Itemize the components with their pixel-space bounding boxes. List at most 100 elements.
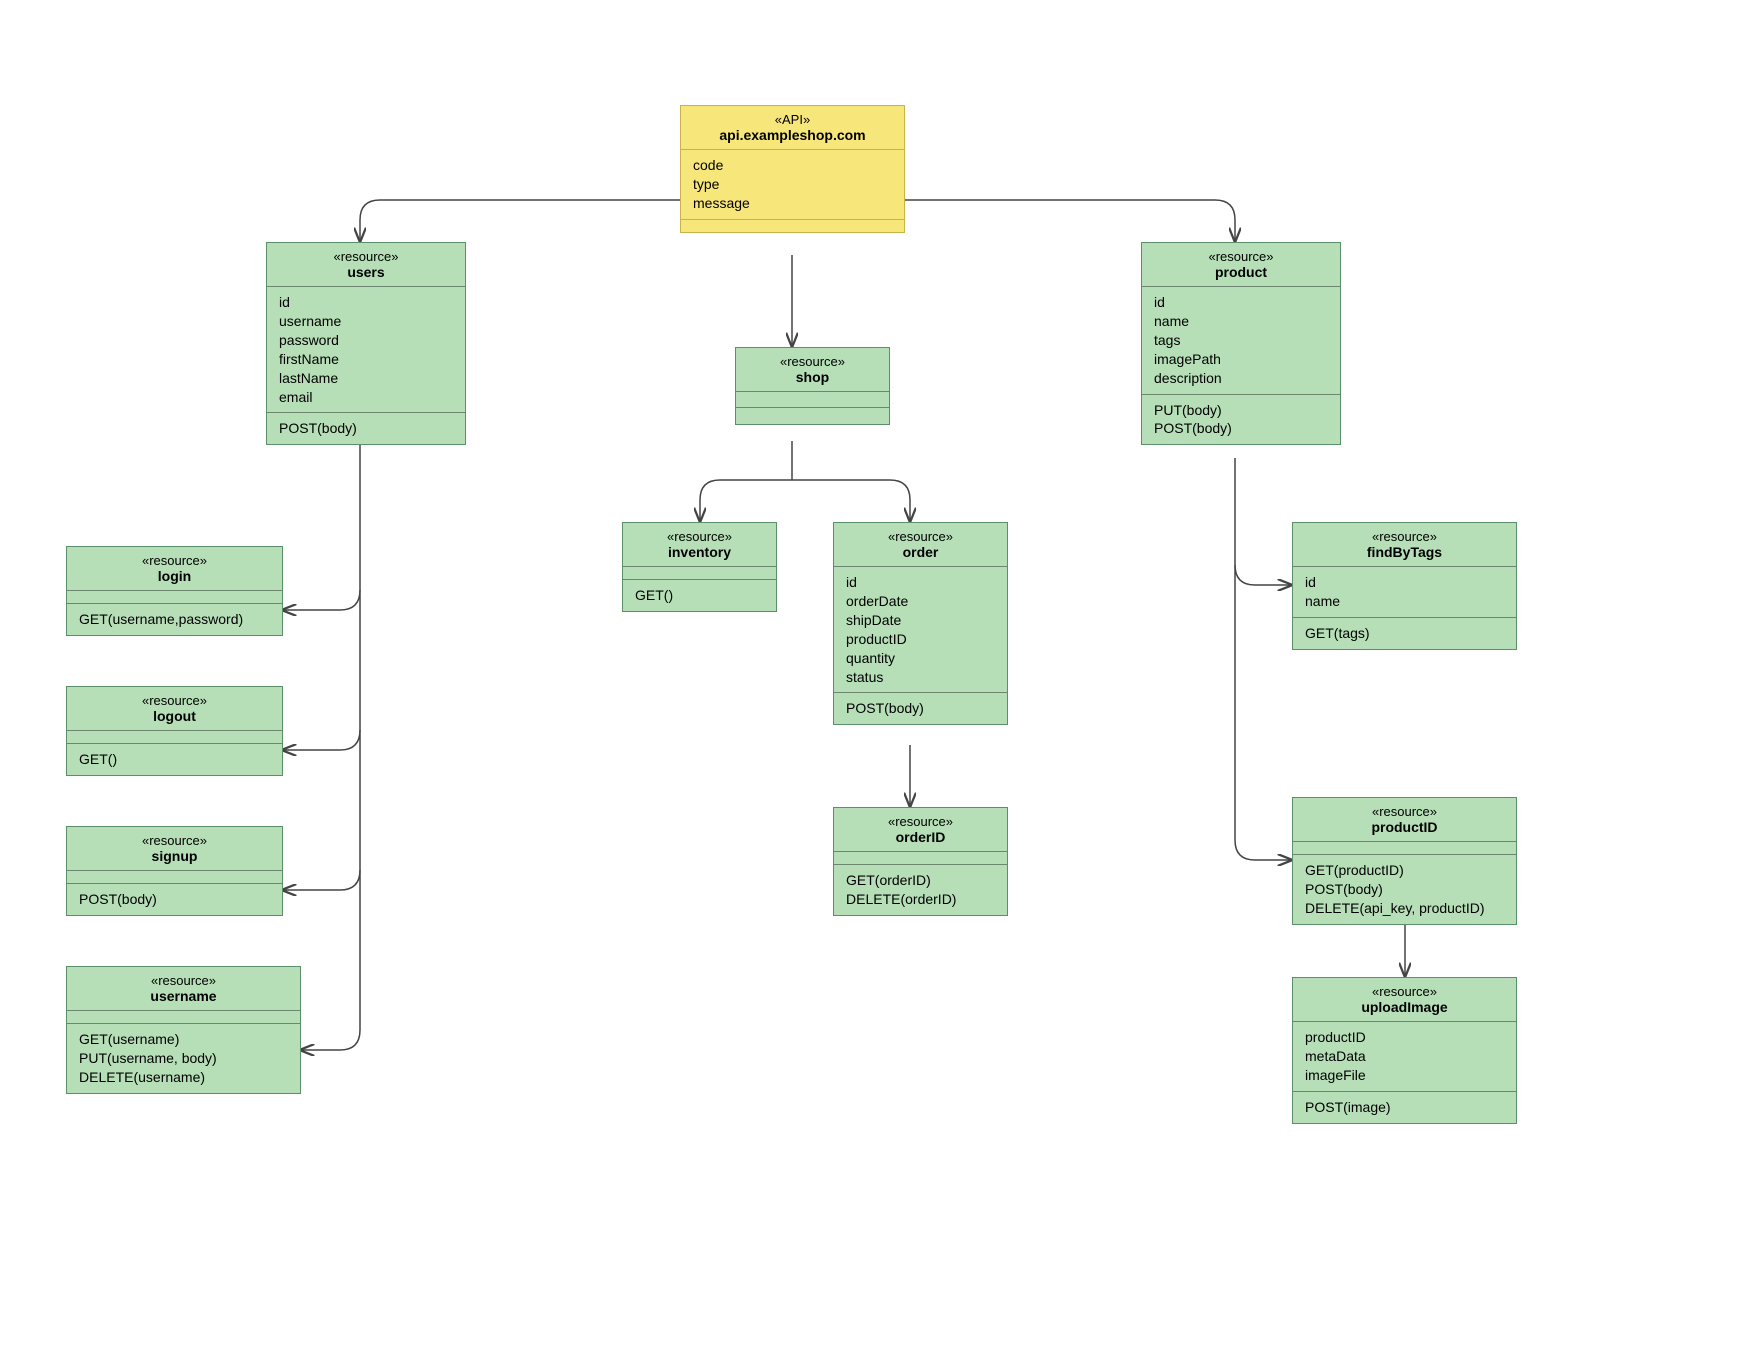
op: DELETE(api_key, productID) — [1305, 899, 1504, 918]
attr: id — [846, 573, 995, 592]
op: POST(body) — [1305, 880, 1504, 899]
attr: imageFile — [1305, 1066, 1504, 1085]
logout-box: «resource» logout GET() — [66, 686, 283, 776]
uploadimage-ops: POST(image) — [1293, 1092, 1516, 1123]
diagram-canvas: «API» api.exampleshop.com code type mess… — [0, 0, 1760, 1360]
box-name: shop — [746, 369, 879, 385]
attr: description — [1154, 369, 1328, 388]
logout-attrs — [67, 731, 282, 744]
findbytags-attrs: id name — [1293, 567, 1516, 618]
signup-ops: POST(body) — [67, 884, 282, 915]
attr: productID — [846, 630, 995, 649]
users-ops: POST(body) — [267, 413, 465, 444]
uploadimage-header: «resource» uploadImage — [1293, 978, 1516, 1022]
api-ops — [681, 220, 904, 232]
op: POST(body) — [1154, 419, 1328, 438]
uploadimage-attrs: productID metaData imageFile — [1293, 1022, 1516, 1092]
username-header: «resource» username — [67, 967, 300, 1011]
resource-tag: «resource» — [633, 529, 766, 544]
inventory-box: «resource» inventory GET() — [622, 522, 777, 612]
findbytags-header: «resource» findByTags — [1293, 523, 1516, 567]
op: GET(username) — [79, 1030, 288, 1049]
username-ops: GET(username) PUT(username, body) DELETE… — [67, 1024, 300, 1093]
orderid-box: «resource» orderID GET(orderID) DELETE(o… — [833, 807, 1008, 916]
signup-header: «resource» signup — [67, 827, 282, 871]
attr: quantity — [846, 649, 995, 668]
orderid-ops: GET(orderID) DELETE(orderID) — [834, 865, 1007, 915]
op: GET() — [79, 750, 270, 769]
resource-tag: «resource» — [1303, 984, 1506, 999]
order-box: «resource» order id orderDate shipDate p… — [833, 522, 1008, 725]
order-header: «resource» order — [834, 523, 1007, 567]
findbytags-ops: GET(tags) — [1293, 618, 1516, 649]
attr: imagePath — [1154, 350, 1328, 369]
login-ops: GET(username,password) — [67, 604, 282, 635]
op: DELETE(username) — [79, 1068, 288, 1087]
attr: id — [1305, 573, 1504, 592]
product-ops: PUT(body) POST(body) — [1142, 395, 1340, 445]
box-name: username — [77, 988, 290, 1004]
attr: username — [279, 312, 453, 331]
resource-tag: «resource» — [77, 553, 272, 568]
box-name: inventory — [633, 544, 766, 560]
findbytags-box: «resource» findByTags id name GET(tags) — [1292, 522, 1517, 650]
attr: message — [693, 194, 892, 213]
attr: type — [693, 175, 892, 194]
op: PUT(body) — [1154, 401, 1328, 420]
signup-attrs — [67, 871, 282, 884]
inventory-ops: GET() — [623, 580, 776, 611]
users-box: «resource» users id username password fi… — [266, 242, 466, 445]
box-name: product — [1152, 264, 1330, 280]
op: GET(orderID) — [846, 871, 995, 890]
op: GET() — [635, 586, 764, 605]
op: POST(body) — [79, 890, 270, 909]
op: POST(image) — [1305, 1098, 1504, 1117]
attr: shipDate — [846, 611, 995, 630]
order-attrs: id orderDate shipDate productID quantity… — [834, 567, 1007, 693]
login-box: «resource» login GET(username,password) — [66, 546, 283, 636]
users-header: «resource» users — [267, 243, 465, 287]
inventory-attrs — [623, 567, 776, 580]
orderid-header: «resource» orderID — [834, 808, 1007, 852]
login-attrs — [67, 591, 282, 604]
product-box: «resource» product id name tags imagePat… — [1141, 242, 1341, 445]
api-box: «API» api.exampleshop.com code type mess… — [680, 105, 905, 233]
attr: name — [1305, 592, 1504, 611]
attr: metaData — [1305, 1047, 1504, 1066]
op: PUT(username, body) — [79, 1049, 288, 1068]
box-name: signup — [77, 848, 272, 864]
users-attrs: id username password firstName lastName … — [267, 287, 465, 413]
resource-tag: «resource» — [1303, 804, 1506, 819]
attr: password — [279, 331, 453, 350]
attr: productID — [1305, 1028, 1504, 1047]
resource-tag: «resource» — [77, 693, 272, 708]
api-tag: «API» — [691, 112, 894, 127]
resource-tag: «resource» — [844, 529, 997, 544]
attr: status — [846, 668, 995, 687]
attr: email — [279, 388, 453, 407]
username-attrs — [67, 1011, 300, 1024]
product-header: «resource» product — [1142, 243, 1340, 287]
productid-header: «resource» productID — [1293, 798, 1516, 842]
resource-tag: «resource» — [77, 973, 290, 988]
box-name: users — [277, 264, 455, 280]
box-name: productID — [1303, 819, 1506, 835]
resource-tag: «resource» — [746, 354, 879, 369]
op: GET(tags) — [1305, 624, 1504, 643]
op: DELETE(orderID) — [846, 890, 995, 909]
attr: lastName — [279, 369, 453, 388]
box-name: findByTags — [1303, 544, 1506, 560]
resource-tag: «resource» — [277, 249, 455, 264]
box-name: login — [77, 568, 272, 584]
productid-attrs — [1293, 842, 1516, 855]
order-ops: POST(body) — [834, 693, 1007, 724]
shop-header: «resource» shop — [736, 348, 889, 392]
api-attrs: code type message — [681, 150, 904, 220]
attr: name — [1154, 312, 1328, 331]
login-header: «resource» login — [67, 547, 282, 591]
op: GET(productID) — [1305, 861, 1504, 880]
shop-ops — [736, 408, 889, 424]
resource-tag: «resource» — [1152, 249, 1330, 264]
attr: code — [693, 156, 892, 175]
op: GET(username,password) — [79, 610, 270, 629]
